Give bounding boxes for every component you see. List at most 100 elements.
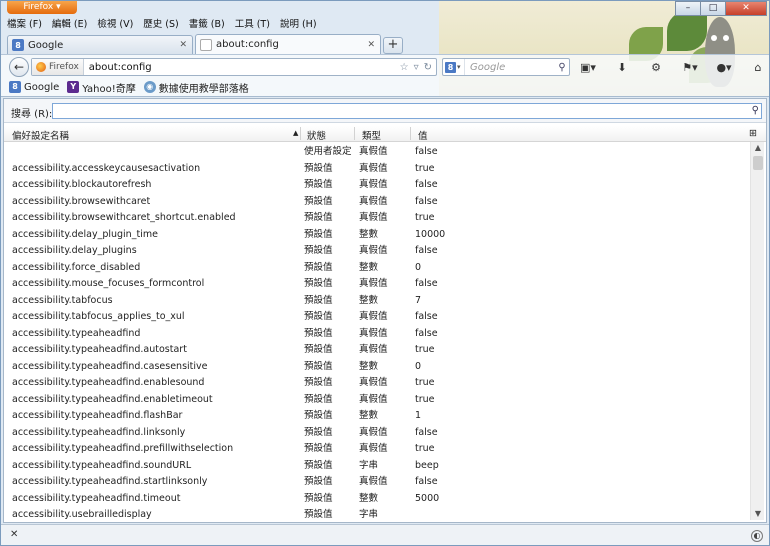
url-bar[interactable]: Firefox about:config ☆ ▿ ↻ [31,58,437,76]
table-row[interactable]: accessibility.delay_plugin_time 預設值 整數 1000… [4,227,748,244]
pref-status-cell: 預設值 [304,443,333,454]
pref-value-cell: 10000 [415,228,446,240]
pref-name-cell: accessibility.accesskeycausesactivation [12,162,201,174]
table-row[interactable]: accessibility.typeaheadfind.timeout 預設值 整數… [4,491,748,508]
download-icon[interactable]: ⬇ [611,58,633,76]
tab-about-config[interactable]: about:config ✕ [195,34,381,54]
minimize-button[interactable]: – [675,1,701,16]
table-row[interactable]: accessibility.typeaheadfind.autostart 預設值… [4,342,748,359]
table-row[interactable]: accessibility.typeaheadfind.prefillwiths… [4,441,748,458]
abp-icon[interactable]: ●▾ [713,58,735,76]
close-addon-bar-icon[interactable]: ✕ [10,529,18,540]
filter-input[interactable]: ⚲ [52,103,762,119]
table-row[interactable]: accessibility.accesskeycausesactivation 預… [4,161,748,178]
search-input[interactable]: Google [465,62,555,73]
table-row[interactable]: accessibility.force_disabled 預設值 整數 0 [4,260,748,277]
close-tab-icon[interactable]: ✕ [367,40,375,50]
search-bar[interactable]: 8 ▾ Google ⚲ [442,58,570,76]
url-actions: ☆ ▿ ↻ [395,62,436,73]
pref-status-cell: 預設值 [304,179,333,190]
firefox-logo-icon [36,62,46,72]
pref-type-cell: 真假值 [359,162,388,174]
pref-value-cell: true [415,443,435,454]
table-row[interactable]: accessibility.usebrailledisplay 預設值 字串 [4,507,748,522]
menu-bookmarks[interactable]: 書籤 (B) [189,17,225,32]
screenshot-icon[interactable]: ▣▾ [577,58,599,76]
search-icon[interactable]: ⚲ [555,62,569,73]
column-value-header[interactable]: 值 [418,128,428,142]
tab-google[interactable]: 8 Google ✕ [7,35,193,54]
reload-icon[interactable]: ↻ [424,62,432,73]
menu-history[interactable]: 歷史 (S) [143,17,178,32]
addon-icon[interactable]: ⚑▾ [679,58,701,76]
back-arrow-icon: ← [13,60,25,74]
pref-type-cell: 真假值 [359,212,388,223]
table-row[interactable]: 使用者設定 真假值 false [4,144,748,161]
table-row[interactable]: accessibility.typeaheadfind.soundURL 預設值 字… [4,458,748,475]
addon-status-icon[interactable]: ◐ [751,530,763,542]
bookmark-star-icon[interactable]: ☆ [400,62,409,73]
close-window-button[interactable]: ✕ [725,1,767,16]
pref-value-cell: 5000 [415,492,440,504]
scroll-thumb[interactable] [753,156,763,170]
menu-help[interactable]: 說明 (H) [280,17,317,32]
home-icon[interactable]: ⌂ [747,58,769,76]
table-row[interactable]: accessibility.typeaheadfind.casesensitiv… [4,359,748,376]
url-input[interactable]: about:config [84,62,395,73]
table-row[interactable]: accessibility.tabfocus_applies_to_xul 預設值… [4,309,748,326]
column-type-header[interactable]: 類型 [362,128,381,142]
pref-type-cell: 真假值 [359,146,388,157]
firefox-menu-button[interactable]: Firefox ▾ [7,1,77,14]
blank-page-icon [200,38,212,51]
table-row[interactable]: accessibility.browsewithcaret_shortcut.e… [4,210,748,227]
pref-name-cell: accessibility.delay_plugins [12,245,137,256]
back-button[interactable]: ← [9,57,29,77]
column-picker-icon[interactable]: ⊞ [749,128,757,139]
menu-tools[interactable]: 工具 (T) [235,17,270,32]
pref-type-cell: 真假值 [359,344,388,355]
scroll-up-icon[interactable]: ▲ [751,142,765,154]
pref-value-cell: false [415,311,438,322]
sort-ascending-icon: ▲ [293,129,299,137]
table-row[interactable]: accessibility.typeaheadfind.enablesound 預… [4,375,748,392]
table-row[interactable]: accessibility.mouse_focuses_formcontrol 預… [4,276,748,293]
scroll-down-icon[interactable]: ▼ [751,508,765,520]
table-row[interactable]: accessibility.tabfocus 預設值 整數 7 [4,293,748,310]
pref-value-cell: true [415,162,435,174]
pref-status-cell: 預設值 [304,476,333,487]
menu-view[interactable]: 檢視 (V) [97,17,133,32]
close-tab-icon[interactable]: ✕ [179,40,187,50]
pref-name-cell: accessibility.typeaheadfind [12,327,141,339]
window-controls: – □ ✕ [675,1,767,16]
pref-status-cell: 預設值 [304,459,333,471]
table-row[interactable]: accessibility.typeaheadfind.flashBar 預設值 整… [4,408,748,425]
pref-value-cell: 7 [415,294,422,306]
tools-icon[interactable]: ⚙ [645,58,667,76]
history-dropdown-icon[interactable]: ▿ [414,62,419,73]
menu-edit[interactable]: 編輯 (E) [52,17,87,32]
table-row[interactable]: accessibility.typeaheadfind 預設值 真假值 false [4,326,748,343]
new-tab-button[interactable]: + [383,37,403,54]
search-engine-selector[interactable]: 8 ▾ [443,59,465,75]
pref-name-cell: accessibility.tabfocus_applies_to_xul [12,311,185,322]
maximize-button[interactable]: □ [700,1,726,16]
bookmark-yahoo[interactable]: Y Yahoo!奇摩 [67,80,136,95]
table-row[interactable]: accessibility.typeaheadfind.linksonly 預設值… [4,425,748,442]
navigation-toolbar: ← Firefox about:config ☆ ▿ ↻ 8 ▾ Google … [1,54,769,78]
google-icon: 8 [9,81,21,93]
bookmark-google[interactable]: 8 Google [9,81,59,93]
column-status-header[interactable]: 狀態 [307,128,326,142]
pref-status-cell: 預設值 [304,426,333,438]
vertical-scrollbar[interactable]: ▲ ▼ [750,142,764,520]
table-row[interactable]: accessibility.browsewithcaret 預設值 真假值 false [4,194,748,211]
table-row[interactable]: accessibility.blockautorefresh 預設值 真假值 fals… [4,177,748,194]
table-row[interactable]: accessibility.typeaheadfind.startlinkson… [4,474,748,491]
add-on-bar: ✕ ◐ [1,524,769,545]
bookmark-blog[interactable]: ◉ 數據使用教學部落格 [143,80,249,95]
column-name-header[interactable]: 偏好設定名稱 [12,128,69,142]
table-row[interactable]: accessibility.delay_plugins 預設值 真假值 false [4,243,748,260]
pref-type-cell: 整數 [359,492,379,504]
table-row[interactable]: accessibility.typeaheadfind.enabletimeou… [4,392,748,409]
site-identity[interactable]: Firefox [32,59,84,75]
menu-file[interactable]: 檔案 (F) [7,17,42,32]
